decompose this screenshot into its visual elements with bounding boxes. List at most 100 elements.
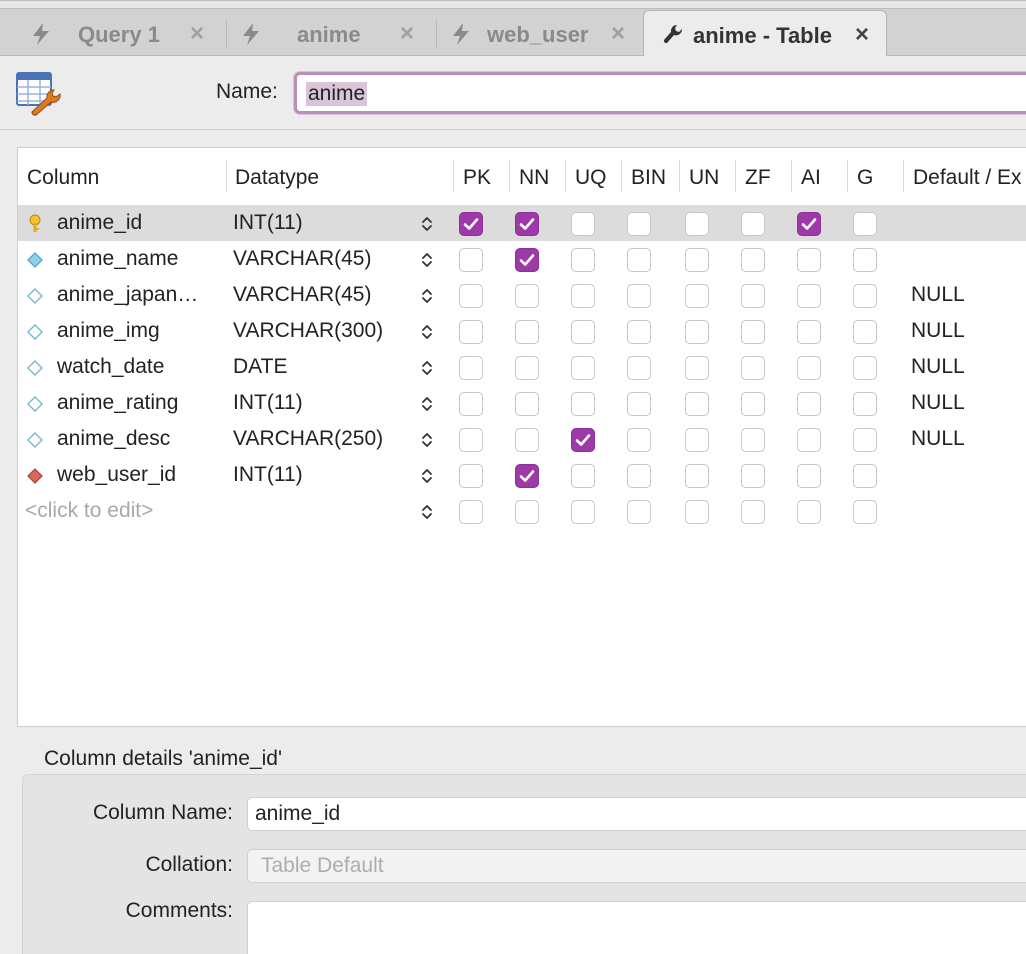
g-checkbox[interactable] <box>853 392 877 416</box>
bin-checkbox[interactable] <box>627 356 651 380</box>
default-cell[interactable]: NULL <box>911 355 965 379</box>
column-name-cell[interactable]: anime_desc <box>57 427 170 451</box>
column-name-cell[interactable]: web_user_id <box>57 463 176 487</box>
ai-checkbox[interactable] <box>797 428 821 452</box>
uq-checkbox[interactable] <box>571 464 595 488</box>
pk-checkbox[interactable] <box>459 212 483 236</box>
close-icon[interactable]: × <box>855 21 869 49</box>
ai-checkbox[interactable] <box>797 248 821 272</box>
nn-checkbox[interactable] <box>515 248 539 272</box>
zf-checkbox[interactable] <box>741 464 765 488</box>
header-g[interactable]: G <box>857 166 873 190</box>
table-row[interactable]: anime_rating INT(11) NULL <box>18 385 1026 421</box>
table-row[interactable]: web_user_id INT(11) <box>18 457 1026 493</box>
zf-checkbox[interactable] <box>741 356 765 380</box>
column-name-cell[interactable]: anime_img <box>57 319 160 343</box>
bin-checkbox[interactable] <box>627 212 651 236</box>
default-cell[interactable]: NULL <box>911 427 965 451</box>
nn-checkbox[interactable] <box>515 320 539 344</box>
datatype-stepper-icon[interactable] <box>420 430 434 450</box>
nn-checkbox[interactable] <box>515 392 539 416</box>
uq-checkbox[interactable] <box>571 356 595 380</box>
un-checkbox[interactable] <box>685 284 709 308</box>
tab-anime-table[interactable]: anime - Table × <box>643 10 887 57</box>
uq-checkbox[interactable] <box>571 428 595 452</box>
datatype-stepper-icon[interactable] <box>420 322 434 342</box>
ai-checkbox[interactable] <box>797 500 821 524</box>
zf-checkbox[interactable] <box>741 248 765 272</box>
bin-checkbox[interactable] <box>627 284 651 308</box>
un-checkbox[interactable] <box>685 392 709 416</box>
table-row[interactable]: anime_name VARCHAR(45) <box>18 241 1026 277</box>
collation-select[interactable]: Table Default <box>247 849 1026 883</box>
zf-checkbox[interactable] <box>741 428 765 452</box>
column-name-input[interactable]: anime_id <box>247 797 1026 831</box>
tab-query-1[interactable]: Query 1 × <box>0 10 220 56</box>
un-checkbox[interactable] <box>685 248 709 272</box>
header-nn[interactable]: NN <box>519 166 549 190</box>
uq-checkbox[interactable] <box>571 500 595 524</box>
g-checkbox[interactable] <box>853 356 877 380</box>
un-checkbox[interactable] <box>685 212 709 236</box>
uq-checkbox[interactable] <box>571 320 595 344</box>
pk-checkbox[interactable] <box>459 464 483 488</box>
datatype-stepper-icon[interactable] <box>420 286 434 306</box>
close-icon[interactable]: × <box>611 20 625 48</box>
tab-anime[interactable]: anime × <box>226 10 438 56</box>
g-checkbox[interactable] <box>853 320 877 344</box>
header-un[interactable]: UN <box>689 166 719 190</box>
datatype-stepper-icon[interactable] <box>420 502 434 522</box>
nn-checkbox[interactable] <box>515 212 539 236</box>
datatype-cell[interactable]: VARCHAR(45) <box>233 283 371 307</box>
datatype-stepper-icon[interactable] <box>420 394 434 414</box>
bin-checkbox[interactable] <box>627 464 651 488</box>
uq-checkbox[interactable] <box>571 212 595 236</box>
table-row[interactable]: watch_date DATE NULL <box>18 349 1026 385</box>
uq-checkbox[interactable] <box>571 284 595 308</box>
table-row[interactable]: anime_japan… VARCHAR(45) NULL <box>18 277 1026 313</box>
column-name-cell[interactable]: anime_japan… <box>57 283 198 307</box>
column-name-cell[interactable]: anime_name <box>57 247 178 271</box>
datatype-stepper-icon[interactable] <box>420 358 434 378</box>
un-checkbox[interactable] <box>685 464 709 488</box>
column-name-cell[interactable]: anime_id <box>57 211 142 235</box>
nn-checkbox[interactable] <box>515 428 539 452</box>
datatype-cell[interactable]: INT(11) <box>233 211 303 235</box>
bin-checkbox[interactable] <box>627 320 651 344</box>
table-row[interactable]: anime_desc VARCHAR(250) NULL <box>18 421 1026 457</box>
un-checkbox[interactable] <box>685 356 709 380</box>
close-icon[interactable]: × <box>400 20 414 48</box>
nn-checkbox[interactable] <box>515 464 539 488</box>
bin-checkbox[interactable] <box>627 392 651 416</box>
header-bin[interactable]: BIN <box>631 166 666 190</box>
g-checkbox[interactable] <box>853 464 877 488</box>
ai-checkbox[interactable] <box>797 464 821 488</box>
pk-checkbox[interactable] <box>459 320 483 344</box>
g-checkbox[interactable] <box>853 248 877 272</box>
ai-checkbox[interactable] <box>797 212 821 236</box>
datatype-cell[interactable]: VARCHAR(45) <box>233 247 371 271</box>
zf-checkbox[interactable] <box>741 212 765 236</box>
new-column-placeholder[interactable]: <click to edit> <box>25 499 153 523</box>
header-uq[interactable]: UQ <box>575 166 607 190</box>
pk-checkbox[interactable] <box>459 356 483 380</box>
pk-checkbox[interactable] <box>459 248 483 272</box>
datatype-stepper-icon[interactable] <box>420 214 434 234</box>
zf-checkbox[interactable] <box>741 284 765 308</box>
un-checkbox[interactable] <box>685 320 709 344</box>
g-checkbox[interactable] <box>853 284 877 308</box>
comments-textarea[interactable] <box>247 901 1026 954</box>
pk-checkbox[interactable] <box>459 284 483 308</box>
datatype-cell[interactable]: VARCHAR(300) <box>233 319 383 343</box>
pk-checkbox[interactable] <box>459 500 483 524</box>
g-checkbox[interactable] <box>853 428 877 452</box>
header-pk[interactable]: PK <box>463 166 491 190</box>
zf-checkbox[interactable] <box>741 320 765 344</box>
header-ai[interactable]: AI <box>801 166 821 190</box>
un-checkbox[interactable] <box>685 428 709 452</box>
column-name-cell[interactable]: watch_date <box>57 355 164 379</box>
default-cell[interactable]: NULL <box>911 319 965 343</box>
default-cell[interactable]: NULL <box>911 391 965 415</box>
datatype-cell[interactable]: INT(11) <box>233 391 303 415</box>
datatype-stepper-icon[interactable] <box>420 250 434 270</box>
